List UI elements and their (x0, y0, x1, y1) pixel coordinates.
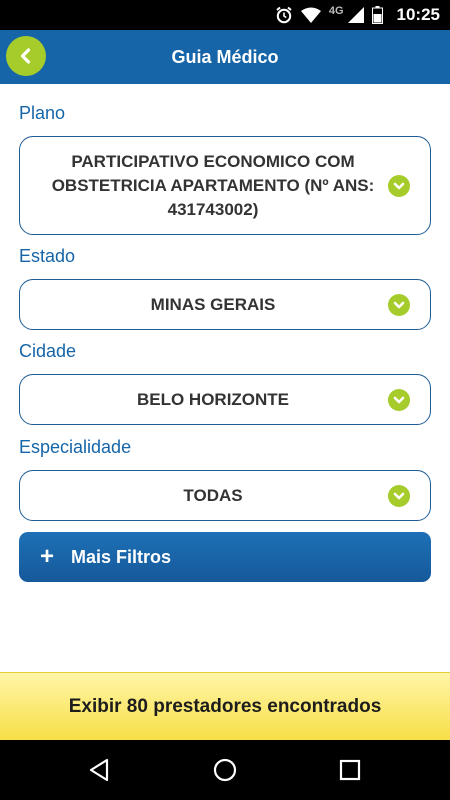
especialidade-label: Especialidade (19, 437, 132, 457)
cidade-label: Cidade (19, 341, 77, 361)
show-results-button[interactable]: Exibir 80 prestadores encontrados (0, 672, 450, 740)
plano-label: Plano (19, 103, 66, 123)
status-bar: 4G 10:25 (0, 0, 450, 30)
app-header: Guia Médico (0, 30, 450, 84)
chevron-down-icon (388, 293, 410, 316)
status-icons: 4G 10:25 (275, 0, 440, 30)
estado-value: MINAS GERAIS (150, 294, 276, 314)
especialidade-select[interactable]: TODAS (19, 470, 431, 521)
home-circle-icon[interactable] (212, 757, 238, 783)
chevron-down-icon (388, 484, 410, 507)
plano-select[interactable]: PARTICIPATIVO ECONOMICO COM OBSTETRICIA … (19, 136, 431, 235)
cidade-value: BELO HORIZONTE (136, 389, 290, 409)
estado-select[interactable]: MINAS GERAIS (19, 279, 431, 330)
signal-icon (347, 7, 364, 23)
cidade-select[interactable]: BELO HORIZONTE (19, 374, 431, 425)
chevron-down-icon (388, 174, 410, 197)
page-title: Guia Médico (171, 47, 279, 67)
more-filters-button[interactable]: + Mais Filtros (19, 532, 431, 582)
network-type-label: 4G (328, 5, 344, 17)
more-filters-label: Mais Filtros (71, 546, 172, 567)
back-button[interactable] (6, 36, 46, 76)
especialidade-value: TODAS (183, 485, 243, 505)
plano-value: PARTICIPATIVO ECONOMICO COM OBSTETRICIA … (51, 151, 375, 219)
estado-label: Estado (19, 246, 76, 266)
status-time: 10:25 (396, 5, 440, 24)
results-label: Exibir 80 prestadores encontrados (68, 695, 382, 717)
battery-icon (371, 6, 383, 24)
navigation-bar (0, 740, 450, 800)
recents-square-icon[interactable] (337, 757, 363, 783)
chevron-left-icon (20, 48, 31, 64)
back-triangle-icon[interactable] (87, 757, 113, 783)
plus-icon: + (39, 543, 54, 570)
chevron-down-icon (388, 388, 410, 411)
wifi-icon (300, 7, 321, 23)
alarm-icon (276, 6, 292, 24)
